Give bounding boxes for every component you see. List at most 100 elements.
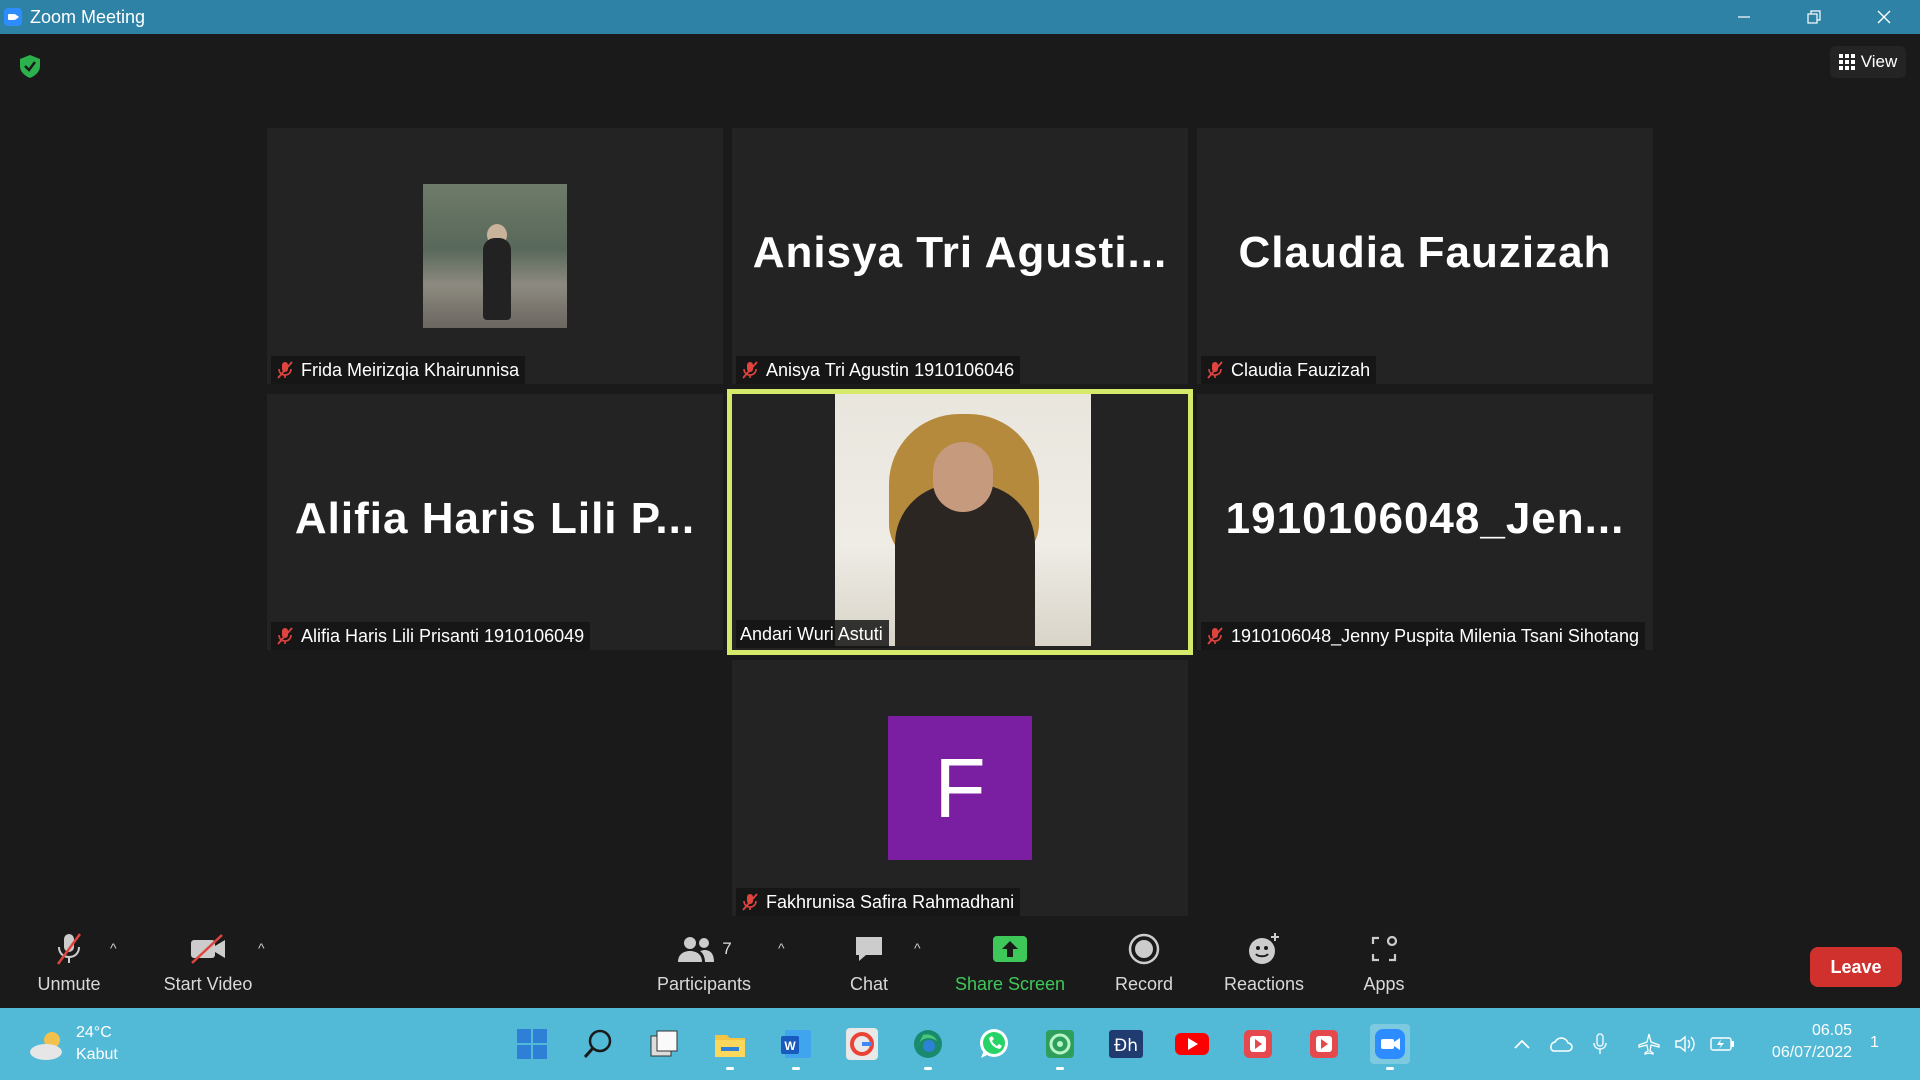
active-speaker-tile[interactable]: Andari Wuri Astuti	[727, 389, 1193, 655]
taskbar-clock[interactable]: 06.05 06/07/2022	[1752, 1020, 1852, 1064]
muted-mic-icon	[742, 361, 758, 379]
leave-button[interactable]: Leave	[1810, 947, 1902, 987]
onedrive-tray[interactable]	[1546, 1030, 1574, 1058]
airplane-mode-tray[interactable]	[1636, 1030, 1662, 1058]
participant-display-name: Claudia Fauzizah	[1238, 228, 1612, 277]
apps-icon	[1371, 935, 1398, 962]
record-icon	[1128, 933, 1160, 965]
participant-tile[interactable]: Alifia Haris Lili P... Alifia Haris Lili…	[267, 394, 723, 650]
word-icon: W	[781, 1030, 811, 1058]
show-hidden-icons-button[interactable]	[1510, 1030, 1534, 1058]
airplane-icon	[1638, 1033, 1660, 1055]
chevron-up-icon	[1514, 1039, 1530, 1049]
close-icon	[1877, 10, 1891, 24]
participants-options-chevron-icon[interactable]: ^	[778, 940, 785, 956]
task-view-icon	[650, 1030, 678, 1057]
youtube-icon	[1175, 1033, 1209, 1055]
participant-tile[interactable]: F Fakhrunisa Safira Rahmadhani	[732, 660, 1188, 916]
muted-mic-icon	[742, 893, 758, 911]
screen-recorder-icon	[1310, 1030, 1338, 1058]
title-bar: Zoom Meeting	[0, 0, 1920, 34]
participants-button[interactable]: 7 Participants	[656, 930, 752, 995]
taskbar-green-app[interactable]	[1040, 1024, 1080, 1070]
close-button[interactable]	[1856, 0, 1912, 34]
video-options-chevron-icon[interactable]: ^	[258, 940, 265, 956]
restore-icon	[1807, 10, 1821, 24]
security-shield-icon[interactable]	[16, 52, 44, 80]
svg-text:W: W	[784, 1039, 796, 1053]
profile-photo	[423, 184, 567, 328]
notification-count[interactable]: 1	[1870, 1034, 1879, 1052]
taskbar-recorder-app-2[interactable]	[1304, 1024, 1344, 1064]
apps-button[interactable]: Apps	[1360, 930, 1408, 995]
share-screen-icon	[993, 936, 1027, 962]
participant-tile[interactable]: Anisya Tri Agusti... Anisya Tri Agustin …	[732, 128, 1188, 384]
window-title: Zoom Meeting	[30, 7, 146, 27]
task-view-button[interactable]	[644, 1024, 684, 1064]
participant-name-label: Claudia Fauzizah	[1201, 356, 1377, 384]
volume-tray[interactable]	[1672, 1030, 1698, 1058]
muted-mic-icon	[1207, 627, 1223, 645]
participant-name-label: 1910106048_Jenny Puspita Milenia Tsani S…	[1201, 622, 1645, 650]
muted-mic-icon	[277, 627, 293, 645]
taskbar-edge[interactable]	[908, 1024, 948, 1070]
taskbar-whatsapp[interactable]	[974, 1024, 1014, 1064]
restore-button[interactable]	[1786, 0, 1842, 34]
participant-display-name: Anisya Tri Agusti...	[752, 228, 1168, 277]
taskbar-youtube[interactable]	[1172, 1024, 1212, 1064]
windows-logo-icon	[517, 1029, 547, 1059]
zoom-icon	[1375, 1029, 1405, 1059]
google-icon	[846, 1028, 878, 1060]
meeting-toolbar: Unmute ^ Start Video ^ 7 Participants ^ …	[0, 918, 1920, 1008]
participant-tile[interactable]: Claudia Fauzizah Claudia Fauzizah	[1197, 128, 1653, 384]
windows-taskbar: 24°C Kabut W Ðh 06.05 06/07/2022 1	[0, 1008, 1920, 1080]
view-button[interactable]: View	[1830, 46, 1906, 78]
chat-button[interactable]: Chat	[846, 930, 892, 995]
participant-name-label: Anisya Tri Agustin 1910106046	[736, 356, 1021, 384]
taskbar-recorder-app[interactable]	[1238, 1024, 1278, 1064]
taskbar-dh-app[interactable]: Ðh	[1106, 1024, 1146, 1064]
chat-icon	[856, 937, 882, 961]
weather-widget[interactable]: 24°C Kabut	[28, 1022, 148, 1068]
audio-options-chevron-icon[interactable]: ^	[110, 940, 117, 956]
edge-icon	[914, 1030, 942, 1058]
taskbar-file-explorer[interactable]	[710, 1024, 750, 1070]
windows-start-button[interactable]	[512, 1024, 552, 1064]
view-label: View	[1860, 52, 1898, 71]
participant-tile[interactable]: Frida Meirizqia Khairunnisa	[267, 128, 723, 384]
battery-tray[interactable]	[1708, 1030, 1736, 1058]
participant-name-label: Alifia Haris Lili Prisanti 1910106049	[271, 622, 591, 650]
record-button[interactable]: Record	[1112, 930, 1176, 995]
muted-mic-icon	[1207, 361, 1223, 379]
zoom-app-icon	[4, 8, 22, 26]
unmute-button[interactable]: Unmute	[34, 930, 104, 995]
microphone-icon	[1593, 1033, 1607, 1054]
microphone-tray[interactable]	[1588, 1030, 1612, 1058]
participant-name-label: Andari Wuri Astuti	[736, 620, 889, 648]
whatsapp-icon	[980, 1029, 1008, 1058]
taskbar-chrome[interactable]	[842, 1024, 882, 1064]
folder-icon	[715, 1035, 745, 1057]
battery-icon	[1710, 1037, 1734, 1051]
share-screen-button[interactable]: Share Screen	[955, 930, 1065, 995]
taskbar-zoom[interactable]	[1370, 1024, 1410, 1070]
minimize-button[interactable]	[1716, 0, 1772, 34]
mic-muted-icon	[56, 933, 82, 965]
dh-app-icon: Ðh	[1109, 1030, 1143, 1058]
participants-count: 7	[722, 939, 732, 958]
participant-avatar: F	[888, 716, 1032, 860]
weather-cloud-icon	[30, 1032, 62, 1060]
participant-name-label: Frida Meirizqia Khairunnisa	[271, 356, 526, 384]
chat-options-chevron-icon[interactable]: ^	[914, 940, 921, 956]
video-off-icon	[191, 934, 225, 964]
start-video-button[interactable]: Start Video	[160, 930, 256, 995]
reactions-button[interactable]: Reactions	[1222, 930, 1306, 995]
taskbar-search-button[interactable]	[578, 1024, 618, 1064]
screen-recorder-icon	[1244, 1030, 1272, 1058]
reactions-smiley-icon	[1249, 933, 1279, 964]
participant-name-label: Fakhrunisa Safira Rahmadhani	[736, 888, 1021, 916]
svg-text:Ðh: Ðh	[1114, 1036, 1138, 1056]
taskbar-word[interactable]: W	[776, 1024, 816, 1070]
search-icon	[583, 1029, 612, 1058]
participant-tile[interactable]: 1910106048_Jen... 1910106048_Jenny Puspi…	[1197, 394, 1653, 650]
